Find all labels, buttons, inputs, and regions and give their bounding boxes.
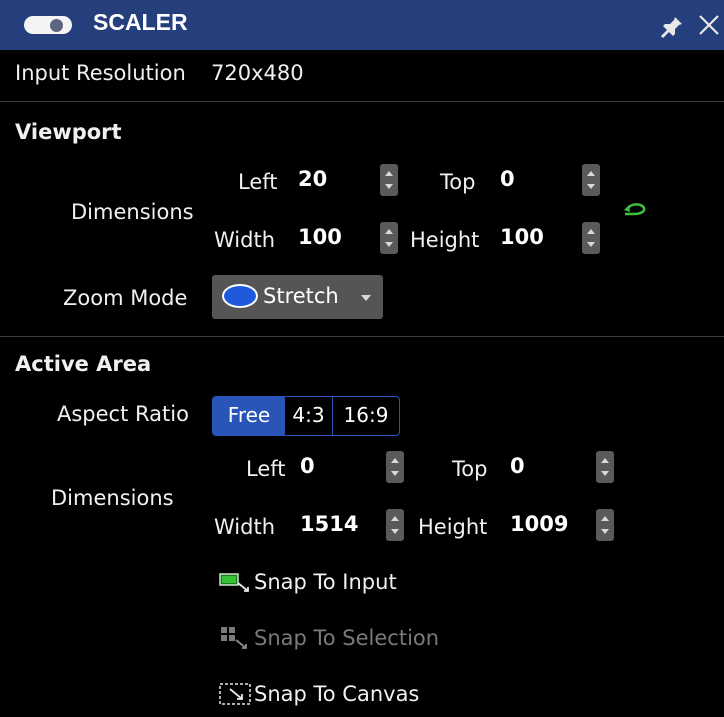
panel-title-bar: SCALER: [0, 0, 724, 50]
active-top-label: Top: [452, 457, 488, 481]
active-width-spinbox[interactable]: 1514: [292, 508, 404, 542]
divider: [0, 101, 724, 102]
ellipse-icon: [222, 284, 258, 308]
active-width-value: 1514: [300, 512, 359, 536]
active-left-spinbox[interactable]: 0: [292, 450, 404, 484]
viewport-left-value: 20: [298, 167, 328, 191]
viewport-heading: Viewport: [15, 120, 122, 144]
snap-to-input-label: Snap To Input: [254, 570, 397, 594]
chevron-down-icon: [361, 295, 371, 301]
zoom-mode-dropdown[interactable]: Stretch: [212, 275, 383, 319]
active-height-value: 1009: [510, 512, 569, 536]
undo-arrow-icon[interactable]: [620, 198, 650, 222]
toggle-switch-icon[interactable]: [24, 16, 72, 34]
viewport-width-value: 100: [298, 225, 342, 249]
spin-arrows-icon[interactable]: [582, 222, 600, 254]
snap-to-selection-label: Snap To Selection: [254, 626, 440, 650]
snap-to-selection-icon: [221, 627, 247, 649]
active-height-label: Height: [418, 515, 488, 539]
panel-title: SCALER: [93, 9, 188, 35]
aspect-option-16-9[interactable]: 16:9: [333, 397, 399, 435]
viewport-dimensions-label: Dimensions: [71, 200, 194, 224]
viewport-top-value: 0: [500, 167, 515, 191]
snap-to-canvas-label: Snap To Canvas: [254, 682, 420, 706]
spin-arrows-icon[interactable]: [386, 451, 404, 483]
viewport-height-value: 100: [500, 225, 544, 249]
aspect-ratio-label: Aspect Ratio: [57, 402, 189, 426]
active-left-label: Left: [246, 457, 286, 481]
input-resolution-value: 720x480: [211, 61, 304, 85]
active-dimensions-label: Dimensions: [51, 486, 174, 510]
snap-to-input-icon: [219, 573, 249, 592]
spin-arrows-icon[interactable]: [582, 164, 600, 196]
aspect-option-free[interactable]: Free: [213, 397, 285, 435]
divider: [0, 336, 724, 337]
viewport-top-spinbox[interactable]: 0: [492, 163, 600, 197]
snap-to-input-button[interactable]: Snap To Input: [218, 566, 438, 600]
active-top-spinbox[interactable]: 0: [502, 450, 614, 484]
spin-arrows-icon[interactable]: [380, 164, 398, 196]
viewport-left-spinbox[interactable]: 20: [290, 163, 398, 197]
input-resolution-label: Input Resolution: [15, 61, 186, 85]
active-top-value: 0: [510, 454, 525, 478]
zoom-mode-label: Zoom Mode: [63, 286, 188, 310]
pin-icon[interactable]: [658, 13, 684, 39]
close-icon[interactable]: [697, 13, 721, 37]
spin-arrows-icon[interactable]: [596, 509, 614, 541]
viewport-width-spinbox[interactable]: 100: [290, 221, 398, 255]
aspect-ratio-selector[interactable]: Free 4:3 16:9: [212, 396, 400, 436]
zoom-mode-value: Stretch: [263, 284, 339, 308]
viewport-height-label: Height: [410, 228, 480, 252]
snap-to-selection-button[interactable]: Snap To Selection: [218, 622, 468, 656]
aspect-option-4-3[interactable]: 4:3: [285, 397, 332, 435]
viewport-left-label: Left: [238, 170, 278, 194]
viewport-top-label: Top: [440, 170, 476, 194]
active-left-value: 0: [300, 454, 315, 478]
spin-arrows-icon[interactable]: [380, 222, 398, 254]
viewport-width-label: Width: [214, 228, 276, 252]
snap-to-canvas-icon: [219, 683, 251, 705]
active-height-spinbox[interactable]: 1009: [502, 508, 614, 542]
spin-arrows-icon[interactable]: [596, 451, 614, 483]
snap-to-canvas-button[interactable]: Snap To Canvas: [218, 678, 438, 712]
spin-arrows-icon[interactable]: [386, 509, 404, 541]
active-width-label: Width: [214, 515, 276, 539]
viewport-height-spinbox[interactable]: 100: [492, 221, 600, 255]
active-area-heading: Active Area: [15, 352, 152, 376]
